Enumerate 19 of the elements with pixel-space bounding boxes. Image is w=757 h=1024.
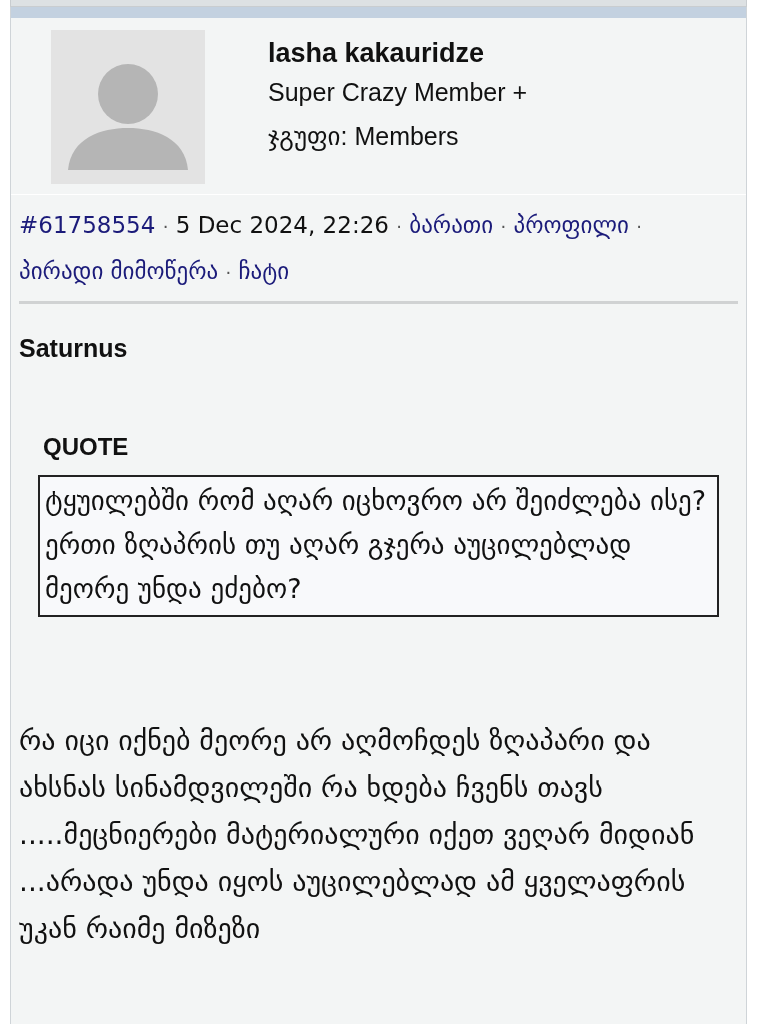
separator-dot: · — [396, 216, 402, 237]
quote-text: ტყუილებში რომ აღარ იცხოვრო არ შეიძლება ისე? ერთი ზღაპრის თუ აღარ გჯერა აუცილებლად მეორე უნდა ეძებო? — [38, 475, 719, 617]
author-name[interactable]: lasha kakauridze — [268, 36, 528, 70]
separator-dot: · — [162, 216, 169, 237]
avatar-icon — [51, 30, 205, 184]
member-rank: Super Crazy Member + — [268, 77, 528, 108]
separator-dot: · — [225, 262, 232, 283]
profile-link[interactable]: პირადი მიმოწერა — [19, 258, 219, 284]
post-text: რა იცი იქნებ მეორე არ აღმოჩდეს ზღაპარი და ახსნას სინამდვილეში რა ხდება ჩვენს თავს .....მეცნიერები მატერიალური იქეთ ვეღარ მიდიან ...არადა უნდა იყოს აუცილებლად ამ ყველაფრის უკან რაიმე მიზეზი — [19, 723, 696, 947]
post-number-link[interactable]: #61758554 — [19, 212, 156, 238]
separator-dot: · — [636, 216, 642, 237]
quote-label: QUOTE — [43, 433, 130, 461]
separator-dot: · — [500, 216, 507, 237]
profile-link[interactable]: ჩატი — [238, 258, 290, 284]
post-date: 5 Dec 2024, 22:26 — [175, 212, 389, 238]
profile-link[interactable]: პროფილი — [513, 212, 629, 238]
profile-link[interactable]: ბარათი — [409, 212, 494, 238]
quoted-author: Saturnus — [19, 334, 129, 363]
member-group: ჯგუფი: Members — [268, 114, 528, 158]
